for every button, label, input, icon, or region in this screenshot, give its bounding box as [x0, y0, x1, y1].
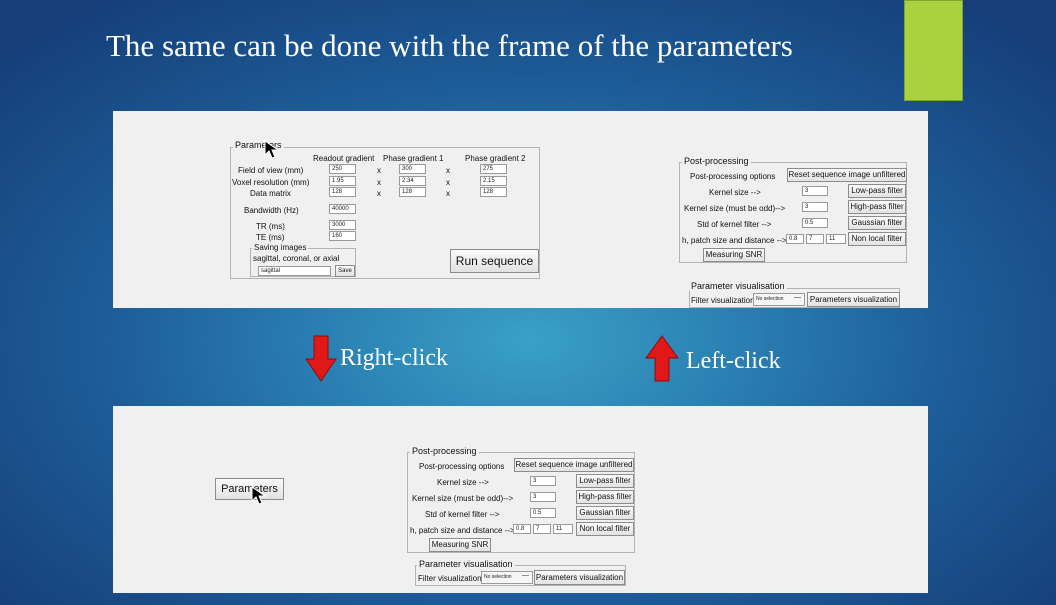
right-click-label: Right-click — [340, 345, 448, 371]
cursor-icon — [251, 486, 267, 505]
postprocessing-legend: Post-processing — [410, 446, 479, 456]
matrix-phase2-input[interactable]: 128 — [480, 187, 507, 197]
chevron-down-icon: — — [522, 572, 529, 579]
voxel-phase2-input[interactable]: 2.15 — [480, 176, 507, 186]
nlm-label: h, patch size and distance --> — [410, 526, 515, 535]
times-symbol: x — [377, 189, 381, 198]
std-input[interactable]: 0.5 — [802, 218, 828, 228]
highpass-filter-button[interactable]: High-pass filter — [576, 490, 634, 504]
matrix-readout-input[interactable]: 128 — [329, 187, 356, 197]
saving-input[interactable]: sagittal — [258, 266, 331, 276]
slide-title: The same can be done with the frame of t… — [106, 28, 793, 63]
fov-phase2-input[interactable]: 275 — [480, 164, 507, 174]
filter-select-value: No selection — [756, 296, 784, 302]
left-click-label: Left-click — [686, 348, 781, 374]
voxel-readout-input[interactable]: 1.95 — [329, 176, 356, 186]
parameters-collapsed-button[interactable]: Parameters — [215, 478, 284, 500]
kernel-size-input[interactable]: 3 — [530, 476, 556, 486]
std-input[interactable]: 0.5 — [530, 508, 556, 518]
nlm-patch-input[interactable]: 7 — [533, 524, 551, 534]
phase1-header: Phase gradient 1 — [383, 154, 444, 163]
nlm-label: h, patch size and distance --> — [682, 236, 787, 245]
parameters-visualization-button[interactable]: Parameters visualization — [807, 292, 900, 307]
kernel-size-label: Kernel size --> — [709, 188, 761, 197]
parameters-visualization-button[interactable]: Parameters visualization — [534, 570, 625, 585]
pp-options-label: Post-processing options — [690, 172, 776, 181]
kernel-odd-input[interactable]: 3 — [802, 202, 828, 212]
nonlocal-filter-button[interactable]: Non local filter — [576, 522, 634, 536]
times-symbol: x — [446, 178, 450, 187]
filter-visualization-label: Filter visualization — [691, 296, 755, 305]
nlm-patch-input[interactable]: 7 — [806, 234, 824, 244]
cursor-icon — [264, 140, 280, 159]
std-label: Std of kernel filter --> — [697, 220, 772, 229]
fov-label: Field of view (mm) — [238, 166, 304, 175]
visualisation-legend: Parameter visualisation — [417, 559, 515, 569]
te-label: TE (ms) — [256, 233, 285, 242]
tr-label: TR (ms) — [256, 222, 285, 231]
kernel-odd-label: Kernel size (must be odd)--> — [684, 204, 786, 213]
kernel-odd-label: Kernel size (must be odd)--> — [412, 494, 514, 503]
pp-options-label: Post-processing options — [419, 462, 505, 471]
filter-visualization-label: Filter visualization — [418, 574, 482, 583]
nlm-h-input[interactable]: 0.8 — [786, 234, 804, 244]
phase2-header: Phase gradient 2 — [465, 154, 526, 163]
arrow-up-icon — [645, 335, 679, 382]
measuring-snr-button[interactable]: Measuring SNR — [429, 538, 491, 552]
times-symbol: x — [377, 166, 381, 175]
voxel-phase1-input[interactable]: 2.34 — [399, 176, 426, 186]
std-label: Std of kernel filter --> — [425, 510, 500, 519]
filter-select-value: No selection — [484, 574, 512, 580]
gaussian-filter-button[interactable]: Gaussian filter — [848, 216, 906, 230]
saving-legend: Saving images — [252, 243, 309, 252]
bottom-screenshot: Parameters Post-processing Post-processi… — [113, 406, 928, 593]
save-button[interactable]: Save — [335, 265, 355, 277]
reset-image-button[interactable]: Reset sequence image unfiltered — [787, 168, 907, 182]
bandwidth-input[interactable]: 40000 — [329, 204, 356, 214]
bandwidth-label: Bandwidth (Hz) — [244, 206, 299, 215]
filter-select[interactable]: No selection — — [753, 293, 805, 306]
kernel-size-label: Kernel size --> — [437, 478, 489, 487]
nlm-distance-input[interactable]: 11 — [553, 524, 573, 534]
fov-phase1-input[interactable]: 300 — [399, 164, 426, 174]
kernel-odd-input[interactable]: 3 — [530, 492, 556, 502]
fov-readout-input[interactable]: 250 — [329, 164, 356, 174]
filter-select[interactable]: No selection — — [481, 571, 533, 584]
visualisation-legend: Parameter visualisation — [689, 281, 787, 291]
accent-block — [904, 0, 963, 101]
nlm-h-input[interactable]: 0.8 — [513, 524, 531, 534]
matrix-phase1-input[interactable]: 128 — [399, 187, 426, 197]
postprocessing-legend: Post-processing — [682, 156, 751, 166]
arrow-down-icon — [305, 335, 337, 382]
reset-image-button[interactable]: Reset sequence image unfiltered — [514, 458, 634, 472]
times-symbol: x — [446, 189, 450, 198]
top-screenshot: Parameters Readout gradient Phase gradie… — [113, 111, 928, 308]
highpass-filter-button[interactable]: High-pass filter — [848, 200, 906, 214]
saving-hint: sagittal, coronal, or axial — [253, 254, 340, 263]
times-symbol: x — [377, 178, 381, 187]
lowpass-filter-button[interactable]: Low-pass filter — [576, 474, 634, 488]
te-input[interactable]: 160 — [329, 231, 356, 241]
readout-header: Readout gradient — [313, 154, 375, 163]
nonlocal-filter-button[interactable]: Non local filter — [848, 232, 906, 246]
lowpass-filter-button[interactable]: Low-pass filter — [848, 184, 906, 198]
chevron-down-icon: — — [794, 294, 801, 301]
run-sequence-button[interactable]: Run sequence — [450, 249, 539, 273]
kernel-size-input[interactable]: 3 — [802, 186, 828, 196]
times-symbol: x — [446, 166, 450, 175]
matrix-label: Data matrix — [250, 189, 291, 198]
nlm-distance-input[interactable]: 11 — [826, 234, 846, 244]
voxel-label: Voxel resolution (mm) — [232, 178, 310, 187]
measuring-snr-button[interactable]: Measuring SNR — [703, 248, 765, 262]
tr-input[interactable]: 3000 — [329, 220, 356, 230]
gaussian-filter-button[interactable]: Gaussian filter — [576, 506, 634, 520]
